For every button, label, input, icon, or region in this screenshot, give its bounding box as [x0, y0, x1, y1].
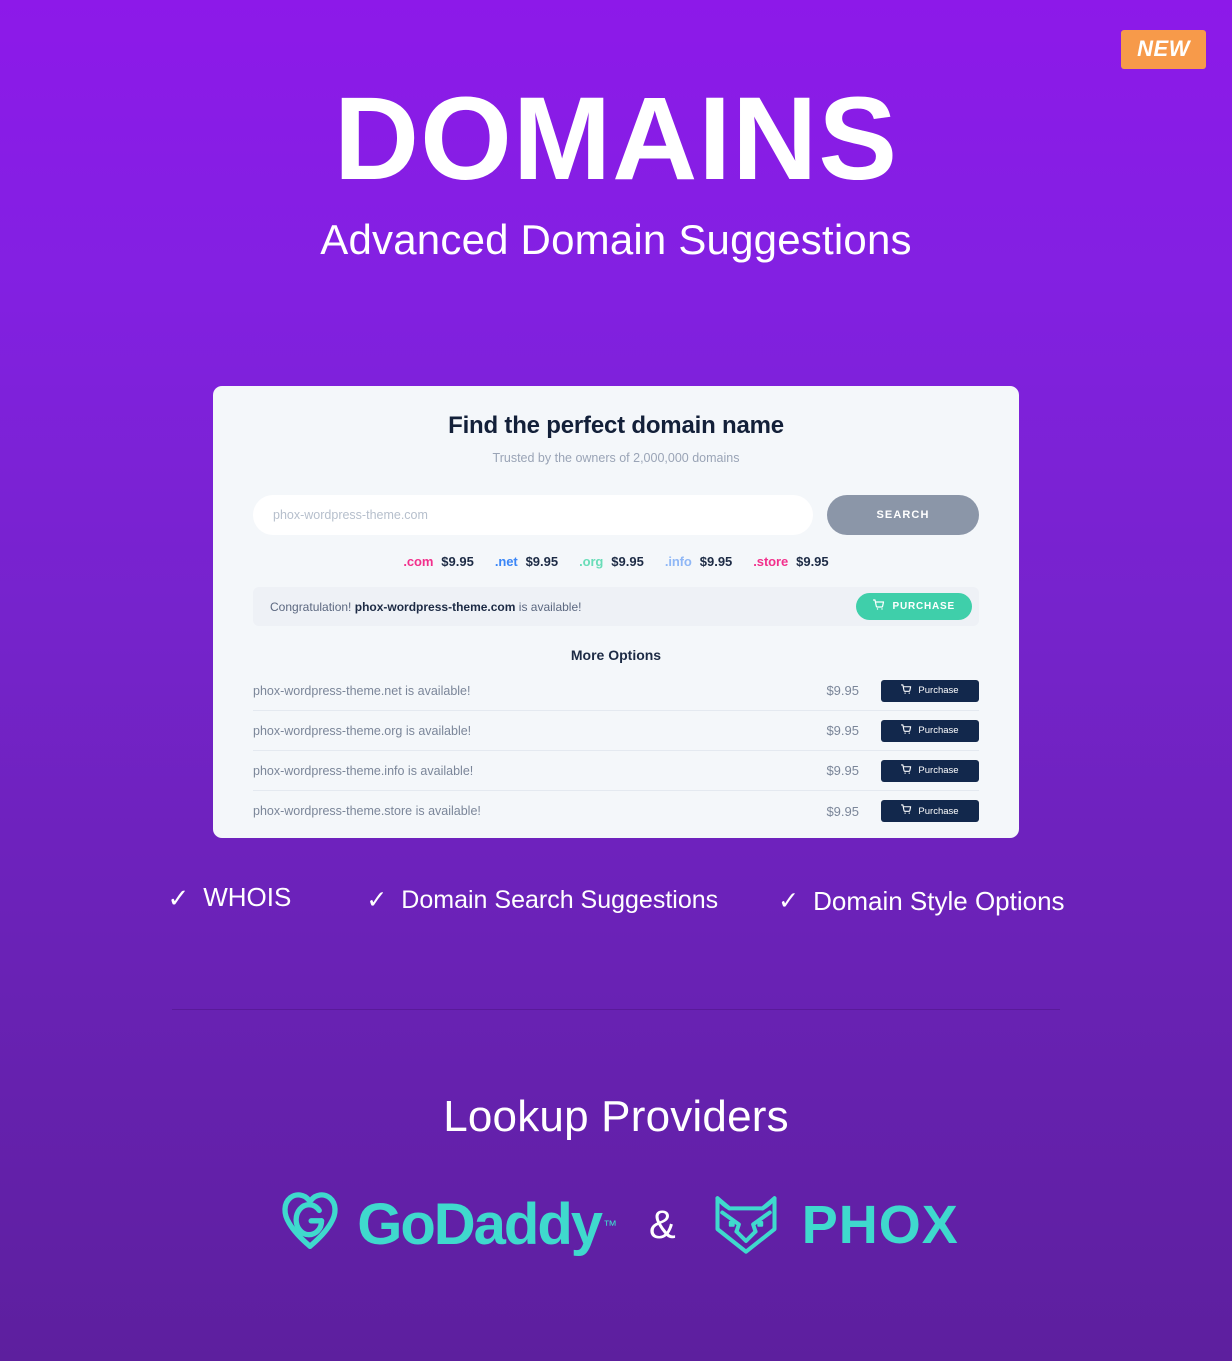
- tld-name: .org: [579, 554, 604, 569]
- purchase-button-label: Purchase: [918, 725, 959, 736]
- purchase-button-label: Purchase: [918, 765, 959, 776]
- domain-options-table: phox-wordpress-theme.net is available! $9…: [253, 671, 979, 831]
- option-domain: phox-wordpress-theme.store is available!: [253, 804, 481, 818]
- table-row: phox-wordpress-theme.net is available! $9…: [253, 671, 979, 711]
- godaddy-logo: GoDaddy ™: [273, 1185, 617, 1264]
- feature-list: ✓ WHOIS ✓ Domain Search Suggestions ✓ Do…: [0, 878, 1232, 917]
- table-row: phox-wordpress-theme.org is available! $9…: [253, 711, 979, 751]
- option-price: $9.95: [826, 723, 859, 738]
- tld-item: .org $9.95: [579, 554, 657, 569]
- option-price: $9.95: [826, 683, 859, 698]
- logo-separator: &: [649, 1202, 676, 1247]
- tld-price: $9.95: [699, 554, 733, 569]
- godaddy-mark-icon: [273, 1185, 347, 1264]
- purchase-button[interactable]: Purchase: [881, 719, 979, 742]
- tld-item: .info $9.95: [665, 554, 745, 569]
- cart-icon: [901, 763, 912, 778]
- page-subtitle: Advanced Domain Suggestions: [320, 215, 912, 263]
- search-input[interactable]: [253, 495, 813, 535]
- purchase-button-label: Purchase: [918, 685, 959, 696]
- tld-name: .net: [494, 554, 518, 569]
- phox-logo: PHOX: [708, 1184, 959, 1265]
- banner-prefix: Congratulation!: [270, 599, 355, 614]
- purchase-button[interactable]: Purchase: [881, 679, 979, 702]
- cart-icon: [901, 683, 912, 698]
- fox-head-icon: [708, 1184, 784, 1265]
- card-subtitle: Trusted by the owners of 2,000,000 domai…: [492, 451, 740, 465]
- purchase-button-label: PURCHASE: [892, 601, 955, 612]
- purchase-button-primary[interactable]: PURCHASE: [856, 593, 972, 620]
- option-domain: phox-wordpress-theme.org is available!: [253, 723, 472, 738]
- new-badge: NEW: [1121, 30, 1206, 69]
- purchase-button[interactable]: Purchase: [881, 800, 979, 822]
- check-icon: ✓: [167, 882, 190, 913]
- purchase-button[interactable]: Purchase: [881, 759, 979, 782]
- tld-name: .info: [664, 554, 692, 569]
- feature-item-domain-search-suggestions: ✓ Domain Search Suggestions: [366, 886, 718, 915]
- option-domain: phox-wordpress-theme.info is available!: [253, 763, 474, 778]
- banner-suffix: is available!: [515, 599, 582, 614]
- check-icon: ✓: [366, 885, 388, 914]
- feature-label: Domain Search Suggestions: [401, 885, 719, 914]
- tld-price: $9.95: [525, 554, 559, 569]
- hero-section: DOMAINS Advanced Domain Suggestions: [0, 0, 1232, 264]
- cart-icon: [901, 804, 912, 818]
- card-title: Find the perfect domain name: [448, 412, 784, 439]
- banner-domain: phox-wordpress-theme.com: [354, 599, 516, 614]
- tld-item: .net $9.95: [495, 554, 571, 569]
- option-domain: phox-wordpress-theme.net is available!: [253, 683, 471, 698]
- tld-item: .store $9.95: [753, 554, 828, 569]
- domain-search-card: Find the perfect domain name Trusted by …: [213, 386, 1019, 838]
- table-row: phox-wordpress-theme.store is available!…: [253, 791, 979, 831]
- tld-name: .com: [403, 554, 434, 569]
- search-row: SEARCH: [253, 495, 979, 535]
- search-button[interactable]: SEARCH: [827, 495, 979, 535]
- table-row: phox-wordpress-theme.info is available! $…: [253, 751, 979, 791]
- purchase-button-label: Purchase: [918, 805, 959, 817]
- providers-title: Lookup Providers: [443, 1092, 789, 1141]
- tld-item: .com $9.95: [403, 554, 487, 569]
- cart-icon: [901, 723, 912, 738]
- feature-item-domain-style-options: ✓ Domain Style Options: [778, 886, 1064, 917]
- trademark-symbol: ™: [603, 1216, 618, 1233]
- option-price: $9.95: [826, 803, 859, 819]
- feature-label: WHOIS: [203, 882, 292, 912]
- availability-banner: Congratulation! phox-wordpress-theme.com…: [253, 587, 979, 626]
- section-divider: [172, 1009, 1060, 1010]
- more-options-title: More Options: [570, 647, 662, 663]
- feature-item-whois: ✓ WHOIS: [167, 882, 291, 913]
- feature-label: Domain Style Options: [813, 886, 1065, 916]
- phox-wordmark: PHOX: [801, 1194, 959, 1255]
- option-price: $9.95: [826, 763, 859, 778]
- page-title: DOMAINS: [333, 73, 899, 205]
- provider-logos: GoDaddy ™ & PHOX: [0, 1184, 1232, 1265]
- availability-message: Congratulation! phox-wordpress-theme.com…: [270, 600, 581, 614]
- tld-price-list: .com $9.95 .net $9.95 .org $9.95 .info $9.95 .st…: [253, 554, 979, 569]
- tld-price: $9.95: [796, 554, 829, 569]
- tld-price: $9.95: [441, 554, 474, 569]
- tld-price: $9.95: [611, 554, 644, 569]
- cart-icon: [873, 599, 885, 614]
- godaddy-wordmark: GoDaddy: [357, 1191, 603, 1257]
- check-icon: ✓: [778, 887, 800, 915]
- tld-name: .store: [753, 554, 789, 569]
